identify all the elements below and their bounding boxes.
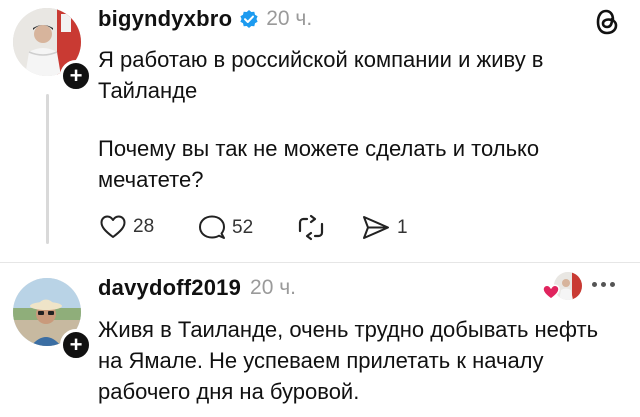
comment-count: 52 <box>232 216 254 238</box>
comment-button[interactable]: 52 <box>198 214 253 241</box>
post-body: Живя в Таиланде, очень трудно добывать н… <box>98 314 623 407</box>
username[interactable]: bigyndyxbro <box>98 6 232 32</box>
post-paragraph-1: Я работаю в российской компании и живу в… <box>98 47 544 103</box>
more-dots-icon[interactable] <box>592 282 615 287</box>
send-icon <box>363 216 389 239</box>
heart-icon <box>100 215 126 238</box>
like-button[interactable]: 28 <box>99 214 154 240</box>
post-body: Я работаю в российской компании и живу в… <box>98 44 623 195</box>
post-text: Живя в Таиланде, очень трудно добывать н… <box>98 317 599 404</box>
post-paragraph-2: Почему вы так не можете сделать и только… <box>98 136 540 192</box>
heart-icon <box>542 284 560 300</box>
post-time: 20 ч. <box>266 7 313 30</box>
follow-plus-button[interactable]: + <box>60 60 92 92</box>
share-count: 1 <box>397 216 408 238</box>
author-liked-reaction <box>542 272 582 302</box>
like-count: 28 <box>133 216 155 237</box>
post-header: bigyndyxbro 20 ч. <box>98 6 312 32</box>
thread-connector-line <box>46 94 49 244</box>
comment-bubble-icon <box>199 215 225 239</box>
post-time: 20 ч. <box>250 276 296 299</box>
follow-plus-button[interactable]: + <box>60 329 92 361</box>
verified-badge-icon <box>239 9 259 29</box>
post-divider <box>0 262 640 263</box>
share-button[interactable]: 1 <box>361 214 408 241</box>
repost-button[interactable] <box>297 214 325 241</box>
post-header: davydoff2019 20 ч. <box>98 275 296 301</box>
threads-logo-icon[interactable] <box>594 8 620 41</box>
username[interactable]: davydoff2019 <box>98 275 241 301</box>
repost-icon <box>298 214 324 241</box>
